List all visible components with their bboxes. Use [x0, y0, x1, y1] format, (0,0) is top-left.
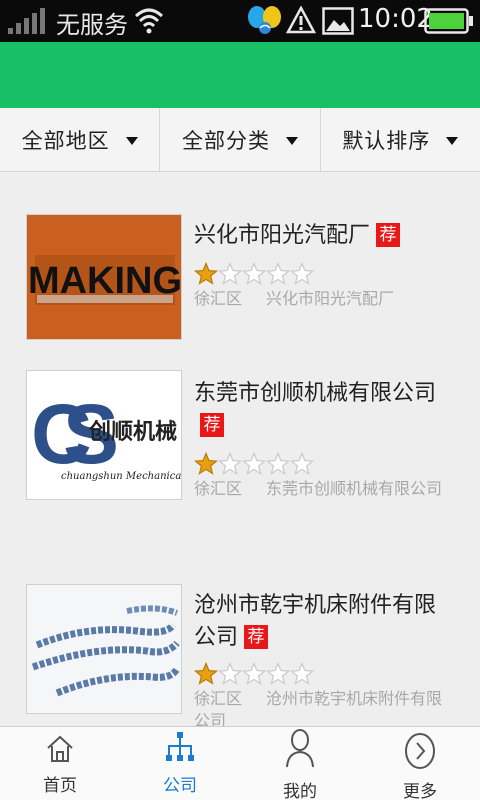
- user-icon: [286, 729, 314, 768]
- star-empty-icon: [218, 262, 242, 285]
- address: 东莞市创顺机械有限公司: [266, 479, 443, 498]
- rating-stars: [194, 262, 314, 286]
- company-name: 沧州市乾宇机床附件有限公司荐: [194, 593, 437, 650]
- category-filter[interactable]: 全部分类: [159, 108, 319, 171]
- star-empty-icon: [218, 662, 242, 685]
- wifi-icon: [134, 8, 164, 34]
- nav-company[interactable]: 公司: [120, 727, 240, 800]
- company-meta: 徐汇区 兴化市阳光汽配厂: [194, 288, 456, 310]
- address: 兴化市阳光汽配厂: [266, 289, 395, 308]
- star-empty-icon: [218, 452, 242, 475]
- nav-home[interactable]: 首页: [0, 727, 120, 800]
- district: 徐汇区: [194, 289, 243, 308]
- star-filled-icon: [194, 452, 218, 475]
- company-list-item[interactable]: C S 创顺机械 chuangshun Mechanical 东莞市创顺机械有限…: [0, 352, 480, 572]
- star-empty-icon: [266, 662, 290, 685]
- app-header: [0, 42, 480, 108]
- star-empty-icon: [242, 452, 266, 475]
- sort-filter-label: 默认排序: [342, 128, 431, 153]
- nav-home-label: 首页: [43, 776, 77, 796]
- org-chart-icon: [166, 732, 194, 761]
- region-filter[interactable]: 全部地区: [0, 108, 159, 171]
- recommended-badge: 荐: [200, 413, 224, 437]
- caret-down-icon: [125, 136, 138, 145]
- more-icon: [405, 733, 435, 769]
- star-empty-icon: [266, 452, 290, 475]
- star-empty-icon: [242, 262, 266, 285]
- star-filled-icon: [194, 662, 218, 685]
- home-icon: [47, 735, 73, 762]
- company-logo: MAKING: [26, 214, 182, 340]
- nav-mine-label: 我的: [283, 782, 317, 800]
- bird-notification-icon: [248, 6, 281, 34]
- carrier-label: 无服务: [56, 11, 128, 39]
- district: 徐汇区: [194, 479, 243, 498]
- logo-subtext: chuangshun Mechanical: [61, 471, 182, 482]
- nav-more-label: 更多: [403, 782, 437, 800]
- chuangshun-logo-image: C S 创顺机械 chuangshun Mechanical: [27, 371, 182, 499]
- nav-mine[interactable]: 我的: [240, 727, 360, 800]
- signal-icon: [8, 8, 45, 34]
- rating-stars: [194, 662, 314, 686]
- company-logo: [26, 584, 182, 714]
- star-empty-icon: [290, 452, 314, 475]
- nav-company-label: 公司: [163, 776, 197, 796]
- warning-icon: [286, 6, 316, 34]
- star-empty-icon: [242, 662, 266, 685]
- star-empty-icon: [290, 262, 314, 285]
- image-icon: [322, 7, 354, 35]
- company-list-item[interactable]: MAKING 兴化市阳光汽配厂荐 徐汇区 兴化市阳光汽配厂: [0, 172, 480, 352]
- cable-chain-image: [27, 585, 181, 713]
- district: 徐汇区: [194, 689, 243, 708]
- logo-text: 创顺机械: [88, 420, 177, 445]
- company-meta: 徐汇区 沧州市乾宇机床附件有限公司: [194, 688, 456, 726]
- star-empty-icon: [290, 662, 314, 685]
- region-filter-label: 全部地区: [21, 128, 110, 153]
- making-logo-image: MAKING: [27, 215, 181, 339]
- company-meta: 徐汇区 东莞市创顺机械有限公司: [194, 478, 456, 500]
- company-name: 东莞市创顺机械有限公司荐: [194, 381, 437, 437]
- star-filled-icon: [194, 262, 218, 285]
- star-empty-icon: [266, 262, 290, 285]
- battery-icon: [424, 8, 473, 34]
- clock: 10:02: [358, 4, 433, 34]
- filter-bar: 全部地区 全部分类 默认排序: [0, 108, 480, 172]
- company-list: MAKING 兴化市阳光汽配厂荐 徐汇区 兴化市阳光汽配厂 C S 创顺机械 ch…: [0, 172, 480, 726]
- company-list-item[interactable]: 沧州市乾宇机床附件有限公司荐 徐汇区 沧州市乾宇机床附件有限公司: [0, 572, 480, 726]
- recommended-badge: 荐: [376, 223, 401, 247]
- recommended-badge: 荐: [244, 625, 269, 649]
- company-name: 兴化市阳光汽配厂荐: [194, 220, 456, 252]
- category-filter-label: 全部分类: [181, 128, 270, 153]
- bottom-nav: 首页 公司 我的 更多: [0, 726, 480, 800]
- company-logo: C S 创顺机械 chuangshun Mechanical: [26, 370, 182, 500]
- sort-filter[interactable]: 默认排序: [319, 108, 480, 171]
- status-bar: 无服务 10:02: [0, 0, 480, 42]
- nav-more[interactable]: 更多: [360, 727, 480, 800]
- caret-down-icon: [285, 136, 298, 145]
- rating-stars: [194, 452, 314, 476]
- caret-down-icon: [446, 136, 459, 145]
